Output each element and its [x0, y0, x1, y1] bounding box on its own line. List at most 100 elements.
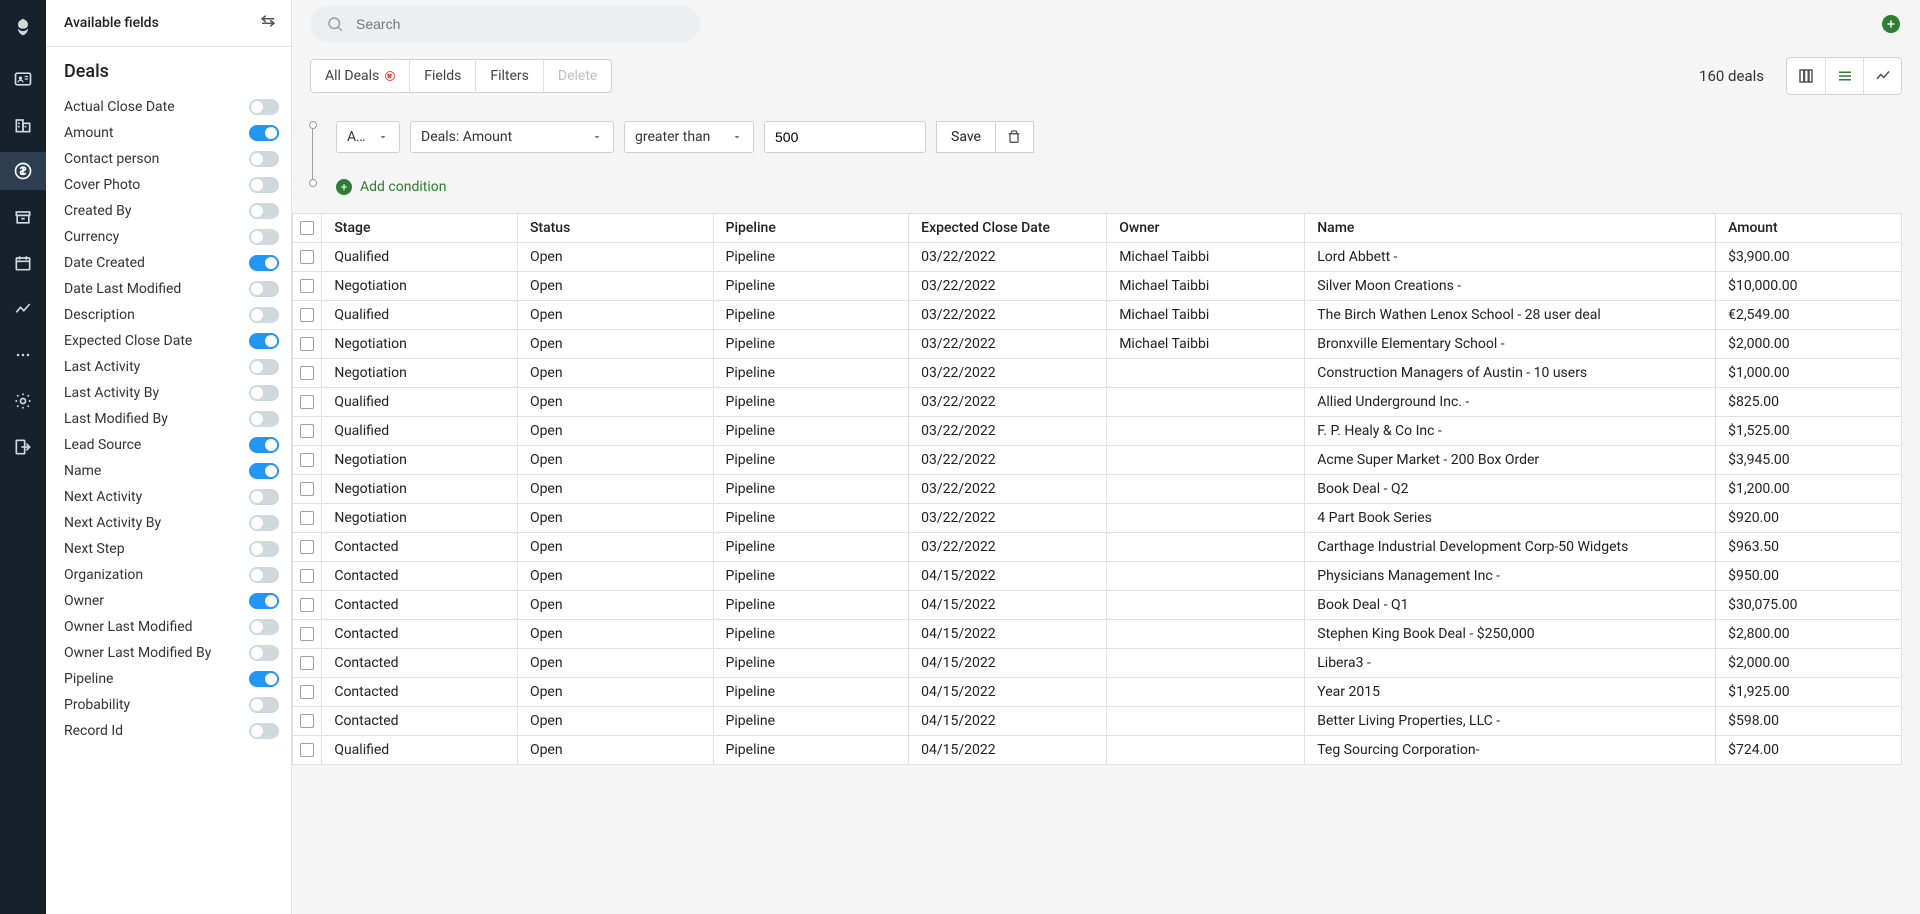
field-toggle[interactable] [249, 151, 279, 167]
field-toggle[interactable] [249, 359, 279, 375]
add-condition-button[interactable]: + Add condition [336, 179, 1902, 195]
table-row[interactable]: ContactedOpenPipeline04/15/2022Stephen K… [293, 620, 1902, 649]
field-toggle[interactable] [249, 697, 279, 713]
nav-organizations[interactable] [0, 106, 46, 144]
table-row[interactable]: NegotiationOpenPipeline03/22/2022Book De… [293, 475, 1902, 504]
filter-field-select[interactable]: Deals: Amount [410, 121, 614, 153]
col-expected-close-date[interactable]: Expected Close Date [909, 214, 1107, 243]
row-checkbox[interactable] [300, 714, 314, 728]
cell-owner [1107, 620, 1305, 649]
filter-operator-select[interactable]: greater than [624, 121, 754, 153]
row-checkbox[interactable] [300, 656, 314, 670]
deals-table-wrap[interactable]: Stage Status Pipeline Expected Close Dat… [292, 213, 1902, 914]
chip-all-deals[interactable]: All Deals [311, 60, 409, 92]
table-row[interactable]: NegotiationOpenPipeline03/22/2022Acme Su… [293, 446, 1902, 475]
search-input[interactable] [356, 16, 684, 32]
row-checkbox[interactable] [300, 424, 314, 438]
row-checkbox[interactable] [300, 250, 314, 264]
col-owner[interactable]: Owner [1107, 214, 1305, 243]
row-checkbox[interactable] [300, 627, 314, 641]
row-checkbox[interactable] [300, 337, 314, 351]
table-row[interactable]: QualifiedOpenPipeline03/22/2022F. P. Hea… [293, 417, 1902, 446]
field-toggle[interactable] [249, 177, 279, 193]
row-checkbox[interactable] [300, 598, 314, 612]
row-checkbox[interactable] [300, 569, 314, 583]
table-row[interactable]: NegotiationOpenPipeline03/22/2022Michael… [293, 272, 1902, 301]
table-row[interactable]: QualifiedOpenPipeline04/15/2022Teg Sourc… [293, 736, 1902, 765]
nav-reports[interactable] [0, 290, 46, 328]
chip-filters[interactable]: Filters [475, 60, 543, 92]
table-row[interactable]: NegotiationOpenPipeline03/22/2022Michael… [293, 330, 1902, 359]
field-label: Next Step [64, 541, 125, 557]
row-checkbox[interactable] [300, 308, 314, 322]
table-row[interactable]: ContactedOpenPipeline04/15/2022Libera3 -… [293, 649, 1902, 678]
app-logo[interactable] [0, 8, 46, 46]
row-checkbox[interactable] [300, 395, 314, 409]
row-checkbox[interactable] [300, 511, 314, 525]
search-box[interactable] [310, 6, 700, 42]
field-toggle[interactable] [249, 489, 279, 505]
field-toggle[interactable] [249, 229, 279, 245]
field-toggle[interactable] [249, 411, 279, 427]
field-toggle[interactable] [249, 541, 279, 557]
field-toggle[interactable] [249, 99, 279, 115]
nav-calendar[interactable] [0, 244, 46, 282]
filter-delete-button[interactable] [996, 121, 1034, 153]
chip-fields[interactable]: Fields [409, 60, 475, 92]
table-row[interactable]: ContactedOpenPipeline04/15/2022Book Deal… [293, 591, 1902, 620]
row-checkbox[interactable] [300, 453, 314, 467]
field-toggle[interactable] [249, 437, 279, 453]
field-toggle[interactable] [249, 671, 279, 687]
field-toggle[interactable] [249, 619, 279, 635]
col-stage[interactable]: Stage [322, 214, 518, 243]
field-toggle[interactable] [249, 463, 279, 479]
table-row[interactable]: ContactedOpenPipeline03/22/2022Carthage … [293, 533, 1902, 562]
field-toggle[interactable] [249, 645, 279, 661]
nav-logout[interactable] [0, 428, 46, 466]
row-checkbox[interactable] [300, 540, 314, 554]
table-row[interactable]: QualifiedOpenPipeline03/22/2022Michael T… [293, 301, 1902, 330]
field-toggle[interactable] [249, 593, 279, 609]
select-all-checkbox[interactable] [300, 221, 314, 235]
nav-archive[interactable] [0, 198, 46, 236]
field-toggle[interactable] [249, 281, 279, 297]
row-checkbox[interactable] [300, 279, 314, 293]
nav-more[interactable] [0, 336, 46, 374]
filter-logic-select[interactable]: A… [336, 121, 400, 153]
table-row[interactable]: NegotiationOpenPipeline03/22/2022Constru… [293, 359, 1902, 388]
nav-deals[interactable] [0, 152, 46, 190]
filter-value-input[interactable] [775, 129, 915, 145]
table-row[interactable]: QualifiedOpenPipeline03/22/2022Michael T… [293, 243, 1902, 272]
close-icon[interactable] [385, 71, 395, 81]
view-list-button[interactable] [1825, 58, 1863, 94]
field-toggle[interactable] [249, 567, 279, 583]
field-toggle[interactable] [249, 723, 279, 739]
field-toggle[interactable] [249, 307, 279, 323]
row-checkbox[interactable] [300, 366, 314, 380]
swap-icon[interactable] [259, 12, 277, 34]
row-checkbox[interactable] [300, 743, 314, 757]
view-card-button[interactable] [1787, 58, 1825, 94]
row-checkbox[interactable] [300, 685, 314, 699]
col-name[interactable]: Name [1305, 214, 1716, 243]
field-toggle[interactable] [249, 125, 279, 141]
nav-contacts[interactable] [0, 60, 46, 98]
field-toggle[interactable] [249, 203, 279, 219]
table-row[interactable]: NegotiationOpenPipeline03/22/20224 Part … [293, 504, 1902, 533]
field-toggle[interactable] [249, 515, 279, 531]
col-status[interactable]: Status [517, 214, 713, 243]
table-row[interactable]: ContactedOpenPipeline04/15/2022Physician… [293, 562, 1902, 591]
filter-save-button[interactable]: Save [936, 121, 996, 153]
field-toggle[interactable] [249, 333, 279, 349]
row-checkbox[interactable] [300, 482, 314, 496]
nav-settings[interactable] [0, 382, 46, 420]
col-pipeline[interactable]: Pipeline [713, 214, 909, 243]
table-row[interactable]: QualifiedOpenPipeline03/22/2022Allied Un… [293, 388, 1902, 417]
table-row[interactable]: ContactedOpenPipeline04/15/2022Year 2015… [293, 678, 1902, 707]
view-chart-button[interactable] [1863, 58, 1901, 94]
field-toggle[interactable] [249, 255, 279, 271]
col-amount[interactable]: Amount [1716, 214, 1902, 243]
add-button[interactable] [1882, 15, 1900, 33]
field-toggle[interactable] [249, 385, 279, 401]
table-row[interactable]: ContactedOpenPipeline04/15/2022Better Li… [293, 707, 1902, 736]
